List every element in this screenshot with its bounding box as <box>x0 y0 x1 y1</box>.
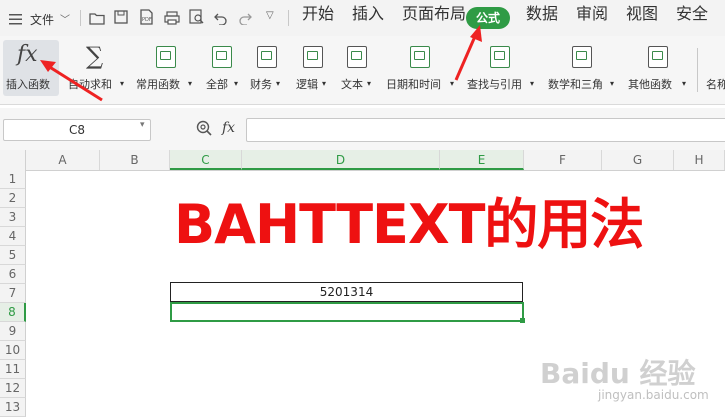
logical-icon <box>303 46 323 68</box>
tab-home[interactable]: 开始 <box>302 0 334 24</box>
tutorial-title: BAHTTEXT的用法 <box>174 193 644 256</box>
all-functions-icon <box>212 46 232 68</box>
chevron-down-icon[interactable]: ▾ <box>188 79 192 88</box>
text-function-button[interactable]: 文本 <box>341 76 363 92</box>
row-header-13[interactable]: 13 <box>0 398 26 417</box>
redo-icon[interactable] <box>238 10 252 29</box>
column-header-h[interactable]: H <box>674 150 725 170</box>
column-header-f[interactable]: F <box>524 150 602 170</box>
chevron-down-icon[interactable]: ▾ <box>682 79 686 88</box>
other-functions-button[interactable]: 其他函数 <box>628 76 672 92</box>
row-header-5[interactable]: 5 <box>0 246 26 265</box>
chevron-down-icon[interactable]: ▾ <box>610 79 614 88</box>
row-header-4[interactable]: 4 <box>0 227 26 246</box>
baidu-watermark: Baidu 经验 <box>540 357 696 390</box>
row-header-9[interactable]: 9 <box>0 322 26 341</box>
finance-icon <box>257 46 277 68</box>
row-header-3[interactable]: 3 <box>0 208 26 227</box>
divider <box>697 48 698 92</box>
common-functions-button[interactable]: 常用函数 <box>136 76 180 92</box>
chevron-down-icon[interactable]: ▾ <box>322 79 326 88</box>
name-box[interactable]: C8 <box>3 119 151 141</box>
row-header-12[interactable]: 12 <box>0 379 26 398</box>
watermark-url: jingyan.baidu.com <box>598 388 709 402</box>
common-functions-icon <box>156 46 176 68</box>
logical-button[interactable]: 逻辑 <box>296 76 318 92</box>
cell-c8-selected[interactable] <box>170 302 524 322</box>
tab-page-layout[interactable]: 页面布局 <box>402 0 466 24</box>
row-header-10[interactable]: 10 <box>0 341 26 360</box>
other-functions-icon <box>648 46 668 68</box>
chevron-down-icon[interactable]: ▾ <box>120 79 124 88</box>
chevron-down-icon[interactable]: ﹀ <box>60 11 70 26</box>
hamburger-menu-icon[interactable] <box>9 10 23 25</box>
chevron-down-icon[interactable]: ▾ <box>140 120 145 130</box>
row-header-11[interactable]: 11 <box>0 360 26 379</box>
row-header-6[interactable]: 6 <box>0 265 26 284</box>
column-header-a[interactable]: A <box>26 150 100 170</box>
tab-data[interactable]: 数据 <box>526 0 558 24</box>
file-menu[interactable]: 文件 <box>30 11 54 28</box>
date-time-icon <box>410 46 430 68</box>
function-fx-icon: fx <box>17 42 38 67</box>
tab-security[interactable]: 安全 <box>676 0 708 24</box>
lookup-reference-icon <box>490 46 510 68</box>
column-header-b[interactable]: B <box>100 150 170 170</box>
fill-handle[interactable] <box>520 318 525 323</box>
math-trig-icon <box>572 46 592 68</box>
column-header-c[interactable]: C <box>170 150 242 170</box>
save-icon[interactable] <box>114 10 129 29</box>
text-function-icon <box>347 46 367 68</box>
chevron-down-icon[interactable]: ▾ <box>530 79 534 88</box>
divider <box>288 10 289 26</box>
print-preview-icon[interactable] <box>189 9 205 29</box>
svg-text:PDF: PDF <box>142 17 152 23</box>
column-header-d[interactable]: D <box>242 150 440 170</box>
row-header-1[interactable]: 1 <box>0 170 26 189</box>
chevron-down-icon[interactable]: ▾ <box>234 79 238 88</box>
math-trig-button[interactable]: 数学和三角 <box>548 76 603 92</box>
undo-icon[interactable] <box>214 10 228 29</box>
divider <box>80 10 81 26</box>
date-time-button[interactable]: 日期和时间 <box>386 76 441 92</box>
insert-function-fx-icon[interactable]: fx <box>222 120 235 136</box>
export-pdf-icon[interactable]: PDF <box>139 9 154 29</box>
cell-c7[interactable]: 5201314 <box>170 282 523 302</box>
cell-c7-value: 5201314 <box>319 285 374 299</box>
tab-view[interactable]: 视图 <box>626 0 658 24</box>
formula-input[interactable] <box>246 118 725 142</box>
chevron-down-icon[interactable]: ▾ <box>367 79 371 88</box>
zoom-lookup-icon[interactable] <box>196 120 213 141</box>
quick-access-dropdown-icon[interactable]: ▽ <box>266 10 274 21</box>
finance-button[interactable]: 财务 <box>250 76 272 92</box>
name-manager-button[interactable]: 名称 <box>706 76 725 92</box>
print-icon[interactable] <box>164 10 180 29</box>
open-folder-icon[interactable] <box>89 10 105 29</box>
chevron-down-icon[interactable]: ▾ <box>276 79 280 88</box>
column-header-g[interactable]: G <box>602 150 674 170</box>
tab-review[interactable]: 审阅 <box>576 0 608 24</box>
select-all-corner[interactable] <box>0 150 26 170</box>
column-header-e[interactable]: E <box>440 150 524 170</box>
all-functions-button[interactable]: 全部 <box>206 76 228 92</box>
row-header-2[interactable]: 2 <box>0 189 26 208</box>
row-header-7[interactable]: 7 <box>0 284 26 303</box>
tab-insert[interactable]: 插入 <box>352 0 384 24</box>
row-header-8[interactable]: 8 <box>0 303 26 322</box>
annotation-arrow-top <box>454 25 482 81</box>
annotation-arrow-left <box>40 60 103 102</box>
